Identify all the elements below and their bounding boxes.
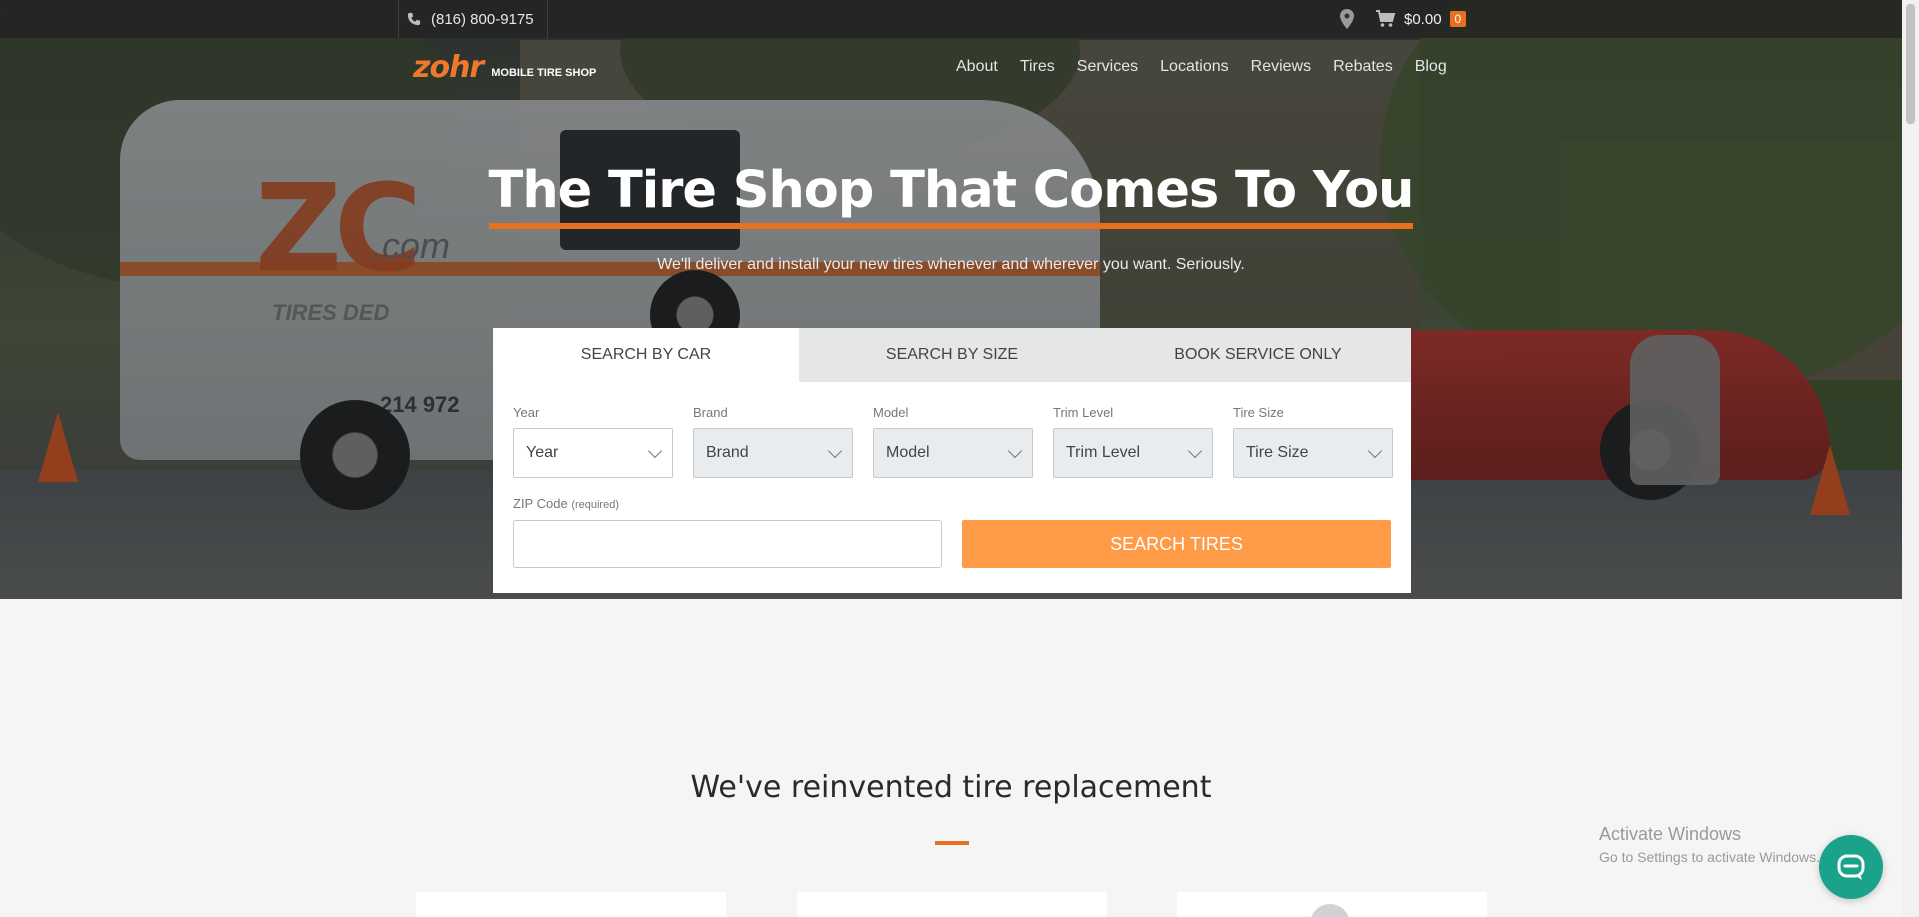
tab-book-service-only[interactable]: BOOK SERVICE ONLY <box>1105 328 1411 382</box>
year-field: Year Year <box>513 405 673 478</box>
tire-size-select-value: Tire Size <box>1246 444 1309 461</box>
nav-blog[interactable]: Blog <box>1415 58 1447 76</box>
feature-card-2 <box>797 892 1107 917</box>
tab-search-by-car[interactable]: SEARCH BY CAR <box>493 328 799 382</box>
map-pin-icon[interactable] <box>1340 9 1354 29</box>
tire-size-select[interactable]: Tire Size <box>1233 428 1393 478</box>
search-tires-button[interactable]: SEARCH TIRES <box>962 520 1391 568</box>
topbar-right: $0.00 0 <box>1330 0 1467 38</box>
zip-label: ZIP Code (required) <box>513 496 619 511</box>
scrollbar-thumb[interactable] <box>1906 4 1915 124</box>
model-select-value: Model <box>886 444 930 461</box>
brand-label: Brand <box>693 405 728 420</box>
phone-icon <box>407 12 421 26</box>
phone-number: (816) 800-9175 <box>431 10 534 28</box>
logo-subtitle: MOBILE TIRE SHOP <box>491 67 597 79</box>
phone-link[interactable]: (816) 800-9175 <box>398 0 548 38</box>
section-divider <box>935 841 969 845</box>
nav-rebates[interactable]: Rebates <box>1333 58 1393 76</box>
trim-field: Trim Level Trim Level <box>1053 405 1213 478</box>
windows-activation-watermark: Activate Windows Go to Settings to activ… <box>1599 824 1820 865</box>
zip-code-input[interactable] <box>513 520 942 568</box>
trim-select-value: Trim Level <box>1066 444 1141 461</box>
cart-count-badge: 0 <box>1449 11 1467 27</box>
page-scrollbar[interactable] <box>1902 0 1919 917</box>
zip-required-note: (required) <box>571 499 619 511</box>
chat-icon <box>1837 854 1865 880</box>
nav-tires[interactable]: Tires <box>1020 58 1055 76</box>
site-logo[interactable]: zohr MOBILE TIRE SHOP <box>413 50 596 85</box>
brand-select-value: Brand <box>706 444 749 461</box>
zip-label-text: ZIP Code <box>513 496 568 511</box>
nav-locations[interactable]: Locations <box>1160 58 1229 76</box>
chat-button[interactable] <box>1819 835 1883 899</box>
nav-services[interactable]: Services <box>1077 58 1138 76</box>
tire-size-label: Tire Size <box>1233 405 1284 420</box>
cart-link[interactable]: $0.00 0 <box>1376 10 1467 28</box>
hero-subtitle: We'll deliver and install your new tires… <box>657 256 1245 273</box>
hero-headline-wrap: The Tire Shop That Comes To You <box>0 162 1902 230</box>
chevron-down-icon <box>1007 443 1023 458</box>
chevron-down-icon <box>1187 443 1203 458</box>
chevron-down-icon <box>827 443 843 458</box>
trim-select[interactable]: Trim Level <box>1053 428 1213 478</box>
tab-search-by-size[interactable]: SEARCH BY SIZE <box>799 328 1105 382</box>
watermark-line-1: Activate Windows <box>1599 824 1742 844</box>
nav-reviews[interactable]: Reviews <box>1251 58 1311 76</box>
top-bar: (816) 800-9175 $0.00 0 <box>0 0 1919 38</box>
model-select[interactable]: Model <box>873 428 1033 478</box>
year-select[interactable]: Year <box>513 428 673 478</box>
feature-card-1 <box>416 892 726 917</box>
trim-label: Trim Level <box>1053 405 1114 420</box>
brand-field: Brand Brand <box>693 405 853 478</box>
search-tabs: SEARCH BY CAR SEARCH BY SIZE BOOK SERVIC… <box>493 328 1411 382</box>
watermark-line-2: Go to Settings to activate Windows. <box>1599 849 1820 865</box>
tire-size-field: Tire Size Tire Size <box>1233 405 1393 478</box>
year-label: Year <box>513 405 540 420</box>
section-title: We've reinvented tire replacement <box>690 770 1212 805</box>
hero-title: The Tire Shop That Comes To You <box>488 162 1414 230</box>
chevron-down-icon <box>1367 443 1383 458</box>
vehicle-fields: Year Year Brand Brand Model Model Trim L… <box>513 405 1393 478</box>
logo-wordmark: zohr <box>413 50 484 85</box>
cart-amount: $0.00 <box>1404 10 1442 28</box>
nav-about[interactable]: About <box>956 58 998 76</box>
cart-icon <box>1376 10 1396 27</box>
brand-select[interactable]: Brand <box>693 428 853 478</box>
year-select-value: Year <box>526 444 559 461</box>
model-label: Model <box>873 405 909 420</box>
main-nav: About Tires Services Locations Reviews R… <box>956 58 1447 76</box>
model-field: Model Model <box>873 405 1033 478</box>
tire-search-panel: SEARCH BY CAR SEARCH BY SIZE BOOK SERVIC… <box>493 328 1411 593</box>
chevron-down-icon <box>647 443 663 458</box>
